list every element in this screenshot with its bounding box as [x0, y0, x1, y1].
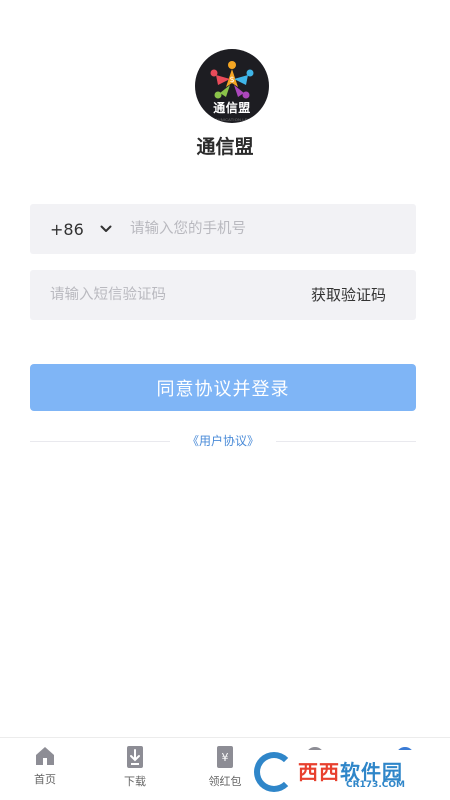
- watermark-text: 西西软件园: [298, 762, 403, 782]
- user-agreement-link-wrap: 《用户协议》: [30, 432, 416, 449]
- country-code-select[interactable]: +86: [30, 220, 130, 239]
- app-logo: $ 通信盟 COMMUNICATION LEAGUE: [195, 49, 269, 123]
- red-packet-icon: ¥: [217, 746, 233, 768]
- app-name: 通信盟: [196, 136, 254, 158]
- tab-home[interactable]: 首页: [0, 738, 90, 800]
- sms-code-field: 获取验证码: [30, 270, 416, 320]
- phone-number-input[interactable]: [130, 204, 400, 254]
- agree-and-login-button[interactable]: 同意协议并登录: [30, 364, 416, 411]
- logo-subtext: COMMUNICATION LEAGUE: [204, 117, 260, 122]
- svg-text:¥: ¥: [222, 751, 229, 764]
- user-agreement-link[interactable]: 《用户协议》: [180, 434, 265, 448]
- tab-label: 下载: [124, 775, 146, 788]
- tab-label: 首页: [34, 773, 56, 786]
- team-figures-icon: $: [210, 61, 254, 99]
- watermark-domain: CR173.COM: [346, 780, 405, 790]
- tab-download[interactable]: 下载: [90, 738, 180, 800]
- country-code-value: +86: [50, 219, 84, 239]
- logo-text: 通信盟: [213, 101, 251, 115]
- sms-code-input[interactable]: [30, 270, 280, 320]
- watermark-text-left: 西西: [298, 760, 340, 784]
- site-watermark: 西西软件园 CR173.COM: [250, 750, 435, 794]
- download-phone-icon: [127, 746, 143, 768]
- watermark-logo-icon: [254, 752, 294, 792]
- svg-text:$: $: [229, 75, 234, 84]
- phone-field: +86: [30, 204, 416, 254]
- tab-label: 领红包: [208, 775, 242, 788]
- agreement-row: 《用户协议》: [30, 430, 416, 452]
- chevron-down-icon: [100, 225, 112, 232]
- home-icon: [36, 747, 54, 765]
- get-code-button[interactable]: 获取验证码: [311, 270, 386, 320]
